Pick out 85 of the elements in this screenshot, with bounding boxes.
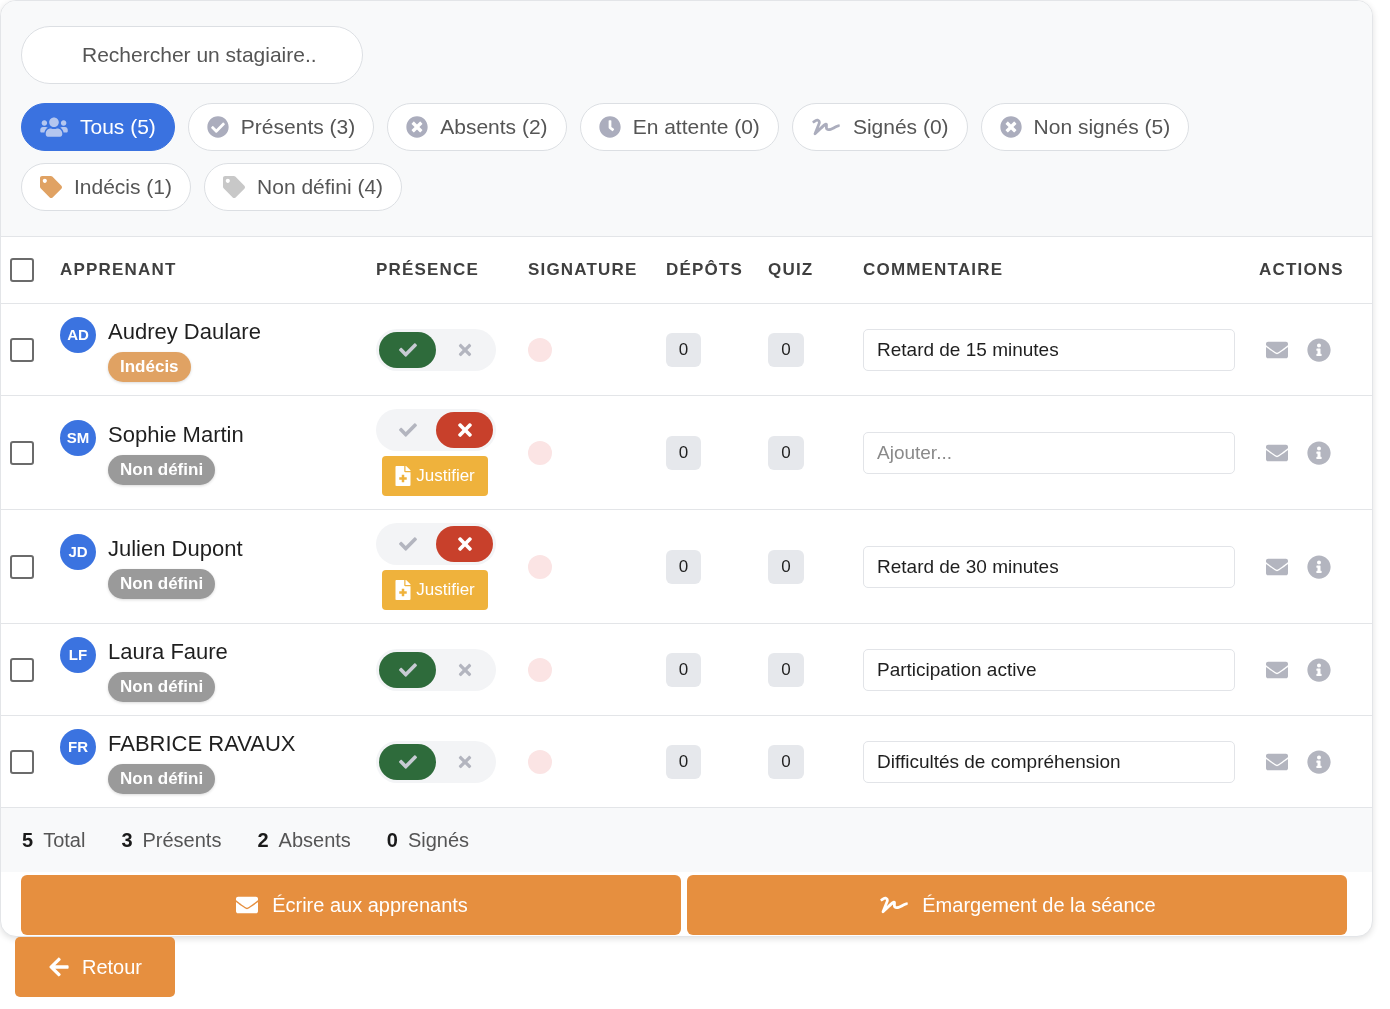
- summary-label: Signés: [407, 828, 470, 853]
- avatar-initials: AD: [60, 317, 96, 353]
- checkbox[interactable]: [10, 440, 34, 465]
- summary-count: 2: [257, 828, 269, 853]
- present-button[interactable]: [379, 743, 436, 780]
- mail-icon: [234, 894, 261, 916]
- filter-chip[interactable]: Non défini (4): [204, 163, 403, 211]
- column-header: ACTIONS: [1259, 259, 1344, 282]
- filter-chip[interactable]: Absents (2): [387, 103, 567, 151]
- check-icon: [396, 421, 419, 439]
- summary-count: 5: [22, 828, 34, 853]
- quiz-count: 0: [768, 652, 804, 687]
- present-button[interactable]: [379, 651, 436, 688]
- comment-field[interactable]: Ajouter...: [863, 431, 1235, 474]
- checkbox[interactable]: [10, 657, 34, 682]
- learner-name: Sophie Martin: [108, 421, 244, 449]
- learner-name: Laura Faure: [108, 638, 228, 666]
- column-header: COMMENTAIRE: [863, 259, 1004, 282]
- quiz-count: 0: [768, 332, 804, 367]
- learner-name: Julien Dupont: [108, 535, 243, 563]
- arrow-left-icon: [48, 956, 70, 978]
- status-badge: Non défini: [108, 569, 216, 599]
- info-icon[interactable]: [1307, 440, 1331, 465]
- summary-count: 0: [386, 828, 398, 853]
- comment-field[interactable]: Participation active: [863, 648, 1235, 691]
- filter-chip[interactable]: Indécis (1): [21, 163, 192, 211]
- avatar-initials: JD: [60, 534, 96, 570]
- comment-field[interactable]: Difficultés de compréhension: [863, 740, 1235, 783]
- status-badge: Non défini: [108, 672, 216, 702]
- x-icon: [456, 534, 473, 554]
- column-header: QUIZ: [768, 259, 814, 282]
- checkbox[interactable]: [10, 749, 34, 774]
- deposits-count: 0: [666, 435, 701, 470]
- search-field[interactable]: Rechercher un stagiaire..: [21, 26, 363, 84]
- info-icon[interactable]: [1307, 657, 1331, 682]
- comment-field[interactable]: Retard de 15 minutes: [863, 328, 1235, 371]
- file-plus-icon: [395, 580, 412, 600]
- check-icon: [396, 660, 419, 679]
- absent-button[interactable]: [436, 526, 493, 562]
- summary-label: Total: [43, 828, 86, 853]
- deposits-count: 0: [666, 652, 701, 687]
- deposits-count: 0: [666, 744, 701, 779]
- signature-icon: [810, 116, 841, 138]
- check-icon: [396, 535, 419, 553]
- present-button[interactable]: [379, 331, 436, 368]
- status-badge: Non défini: [108, 764, 216, 794]
- status-badge: Non défini: [108, 455, 216, 485]
- checkbox[interactable]: [10, 337, 34, 362]
- filter-chip[interactable]: Signés (0): [791, 103, 968, 151]
- info-icon[interactable]: [1307, 554, 1331, 579]
- quiz-count: 0: [768, 744, 804, 779]
- x-icon: [456, 420, 473, 440]
- check-icon: [396, 340, 419, 359]
- learner-name: FABRICE RAVAUX: [108, 730, 296, 758]
- quiz-count: 0: [768, 549, 804, 584]
- status-badge: Indécis: [108, 352, 191, 382]
- summary-label: Présents: [142, 828, 222, 853]
- file-plus-icon: [395, 466, 412, 486]
- filter-chip[interactable]: Non signés (5): [980, 103, 1190, 151]
- filter-chip[interactable]: En attente (0): [579, 103, 779, 151]
- column-header: SIGNATURE: [528, 259, 638, 282]
- summary-count: 3: [121, 828, 133, 853]
- info-icon[interactable]: [1307, 337, 1331, 362]
- deposits-count: 0: [666, 549, 701, 584]
- filter-chip[interactable]: Tous (5): [21, 103, 175, 151]
- summary-label: Absents: [278, 828, 351, 853]
- column-header: APPRENANT: [60, 259, 177, 282]
- check-icon: [396, 752, 419, 771]
- avatar-initials: FR: [60, 729, 96, 765]
- filter-chip[interactable]: Présents (3): [187, 103, 375, 151]
- avatar-initials: LF: [60, 637, 96, 673]
- column-header: DÉPÔTS: [666, 259, 744, 282]
- column-header: PRÉSENCE: [376, 259, 480, 282]
- clock-icon: [598, 116, 621, 138]
- quiz-count: 0: [768, 435, 804, 470]
- checkbox[interactable]: [10, 258, 34, 282]
- info-icon[interactable]: [1307, 749, 1331, 774]
- learner-name: Audrey Daulare: [108, 318, 261, 346]
- checkbox[interactable]: [10, 554, 34, 579]
- signature-icon: [878, 894, 911, 916]
- avatar-initials: SM: [60, 420, 96, 456]
- absent-button[interactable]: [436, 412, 493, 448]
- users-icon: [40, 116, 68, 138]
- deposits-count: 0: [666, 332, 701, 367]
- comment-field[interactable]: Retard de 30 minutes: [863, 545, 1235, 588]
